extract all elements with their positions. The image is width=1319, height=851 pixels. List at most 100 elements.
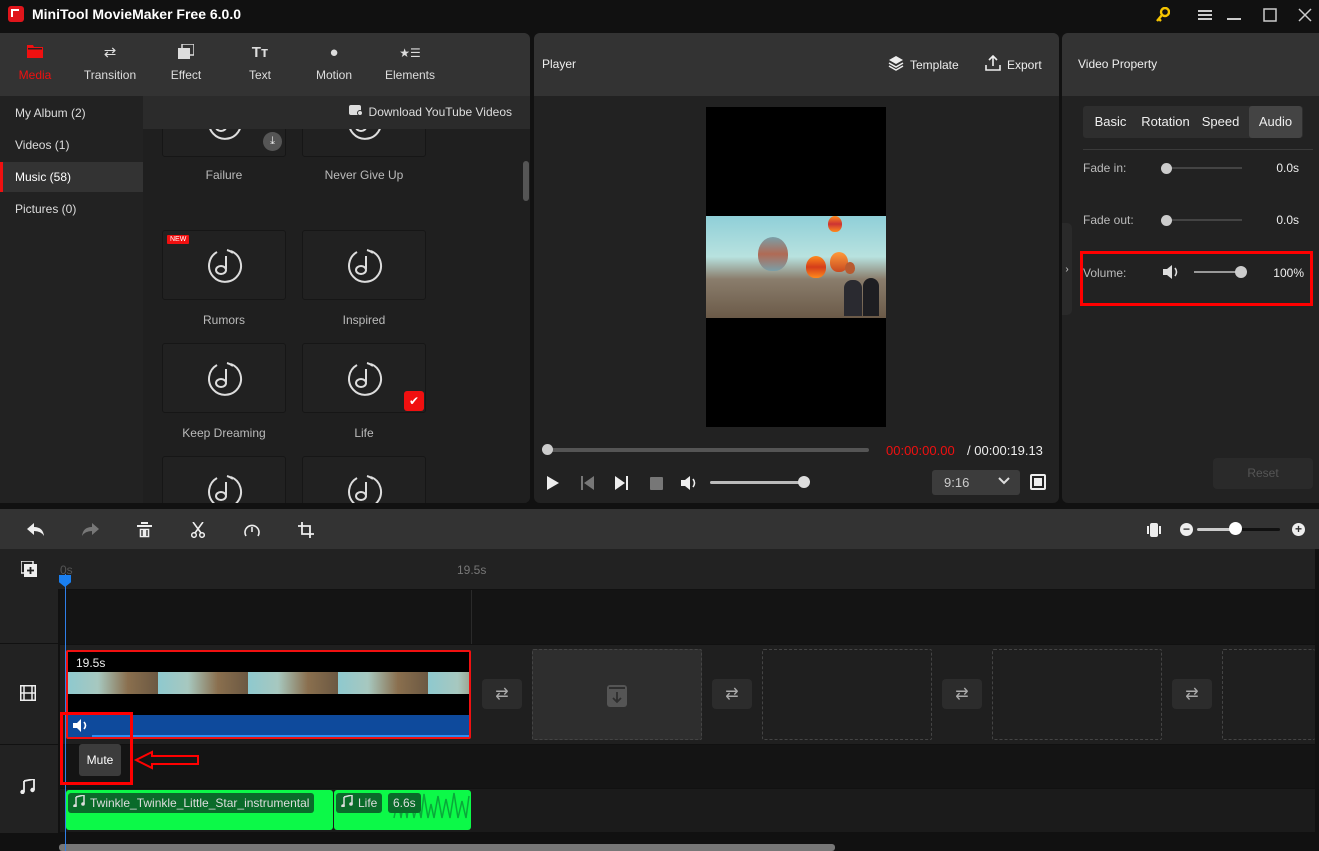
- menu-icon[interactable]: [1190, 0, 1220, 30]
- clip-thumbnails: [68, 672, 469, 694]
- minimize-icon[interactable]: [1219, 0, 1249, 30]
- music-title: Never Give Up: [324, 168, 404, 182]
- music-card[interactable]: [302, 456, 426, 503]
- timeline-scrollbar[interactable]: [59, 844, 835, 851]
- timeline-zoom-handle[interactable]: [1229, 522, 1242, 535]
- volume-handle[interactable]: [1235, 266, 1247, 278]
- stop-button[interactable]: [646, 474, 666, 492]
- volume-handle[interactable]: [798, 476, 810, 488]
- volume-slider[interactable]: [710, 481, 803, 484]
- undo-icon[interactable]: [26, 520, 46, 540]
- sidebar-item-pictures[interactable]: Pictures (0): [0, 194, 143, 224]
- fade-out-slider[interactable]: [1162, 219, 1242, 221]
- transition-slot[interactable]: ⇄: [712, 679, 752, 709]
- download-youtube-link[interactable]: Download YouTube Videos: [348, 105, 512, 119]
- transition-slot[interactable]: ⇄: [942, 679, 982, 709]
- drop-clip-slot[interactable]: [532, 649, 702, 740]
- media-sidebar: My Album (2) Videos (1) Music (58) Pictu…: [0, 96, 143, 503]
- divider: [1083, 149, 1313, 150]
- empty-clip-slot[interactable]: [992, 649, 1162, 740]
- video-frame-image: [706, 216, 886, 318]
- music-card-life[interactable]: ✔: [302, 343, 426, 413]
- tab-audio[interactable]: Audio: [1249, 106, 1302, 138]
- audio-clip-label: Life: [336, 793, 383, 813]
- video-preview[interactable]: [706, 107, 886, 427]
- music-card-inspired[interactable]: [302, 230, 426, 300]
- audio-clip-twinkle[interactable]: Twinkle_Twinkle_Little_Star_instrumental: [66, 790, 333, 830]
- delete-icon[interactable]: [134, 520, 154, 540]
- music-card[interactable]: [162, 456, 286, 503]
- track-headers: [0, 589, 58, 834]
- tab-transition[interactable]: ⇄ Transition: [75, 33, 145, 96]
- maximize-icon[interactable]: [1255, 0, 1285, 30]
- seek-bar[interactable]: [546, 448, 869, 452]
- mute-button[interactable]: Mute: [79, 744, 121, 776]
- audio-track-header: [0, 746, 58, 834]
- export-icon: [985, 54, 1001, 74]
- transition-slot[interactable]: ⇄: [1172, 679, 1212, 709]
- music-title: Failure: [205, 168, 243, 182]
- fit-timeline-icon[interactable]: [1144, 520, 1164, 540]
- tab-media[interactable]: Media: [0, 33, 70, 96]
- split-scissors-icon[interactable]: [188, 520, 208, 540]
- fullscreen-icon[interactable]: [1030, 474, 1046, 490]
- export-button[interactable]: Export: [985, 54, 1042, 74]
- empty-track-lane: [60, 590, 1315, 644]
- app-logo-icon: [8, 6, 24, 22]
- audio-clip-duration: 6.6s: [388, 793, 421, 813]
- tab-basic[interactable]: Basic: [1083, 106, 1138, 138]
- close-icon[interactable]: [1290, 0, 1319, 30]
- library-scrollbar[interactable]: [523, 161, 529, 201]
- timeline-toolbar: [0, 509, 1319, 549]
- music-note-icon: [348, 249, 383, 283]
- fade-out-handle[interactable]: [1161, 215, 1172, 226]
- text-icon: Tт: [251, 44, 269, 61]
- redo-icon[interactable]: [80, 520, 100, 540]
- crop-icon[interactable]: [296, 520, 316, 540]
- added-check-icon[interactable]: ✔: [404, 391, 424, 411]
- next-frame-button[interactable]: [611, 474, 631, 492]
- property-tabs: Basic Rotation Speed Audio: [1083, 106, 1303, 138]
- tab-elements[interactable]: ★☰ Elements: [375, 33, 445, 96]
- sidebar-item-my-album[interactable]: My Album (2): [0, 98, 143, 128]
- key-icon[interactable]: [1148, 0, 1178, 30]
- tab-effect[interactable]: Effect: [151, 33, 221, 96]
- timeline-ruler[interactable]: 0s 19.5s: [0, 549, 1315, 589]
- seek-handle[interactable]: [542, 444, 553, 455]
- zoom-out-icon[interactable]: −: [1180, 523, 1193, 536]
- audio-clip-life[interactable]: Life 6.6s: [334, 790, 471, 830]
- tab-rotation[interactable]: Rotation: [1138, 106, 1193, 138]
- music-card-keep-dreaming[interactable]: [162, 343, 286, 413]
- fade-out-value: 0.0s: [1276, 213, 1299, 227]
- collapse-panel-chevron-icon[interactable]: ›: [1062, 223, 1072, 315]
- aspect-ratio-select[interactable]: 9:16: [932, 470, 1020, 495]
- sidebar-item-videos[interactable]: Videos (1): [0, 130, 143, 160]
- fade-in-handle[interactable]: [1161, 163, 1172, 174]
- fade-in-slider[interactable]: [1162, 167, 1242, 169]
- tab-text[interactable]: Tт Text: [225, 33, 295, 96]
- folder-icon: [27, 44, 43, 62]
- title-bar: MiniTool MovieMaker Free 6.0.0: [0, 0, 1319, 30]
- speed-gauge-icon[interactable]: [242, 520, 262, 540]
- prev-frame-button[interactable]: [577, 474, 597, 492]
- property-panel: Video Property Basic Rotation Speed Audi…: [1062, 33, 1319, 503]
- transition-slot[interactable]: ⇄: [482, 679, 522, 709]
- tab-motion[interactable]: ● Motion: [299, 33, 369, 96]
- empty-clip-slot[interactable]: [1222, 649, 1315, 740]
- music-library: Download YouTube Videos ⤓ Failure Never …: [143, 96, 530, 503]
- music-card-rumors[interactable]: NEW: [162, 230, 286, 300]
- media-tabs: Media ⇄ Transition Effect Tт Text ● Moti…: [0, 33, 530, 96]
- download-icon[interactable]: ⤓: [263, 132, 282, 151]
- motion-icon: ●: [329, 44, 339, 61]
- volume-icon[interactable]: [680, 474, 700, 492]
- reset-button[interactable]: Reset: [1213, 458, 1313, 489]
- tab-speed[interactable]: Speed: [1193, 106, 1248, 138]
- zoom-in-icon[interactable]: +: [1292, 523, 1305, 536]
- sidebar-item-music[interactable]: Music (58): [0, 162, 143, 192]
- play-button[interactable]: [543, 474, 563, 492]
- empty-clip-slot[interactable]: [762, 649, 932, 740]
- layers-stack-icon: [888, 55, 904, 74]
- download-bar: Download YouTube Videos: [143, 96, 530, 129]
- template-button[interactable]: Template: [888, 55, 959, 74]
- add-track-icon[interactable]: [20, 560, 37, 580]
